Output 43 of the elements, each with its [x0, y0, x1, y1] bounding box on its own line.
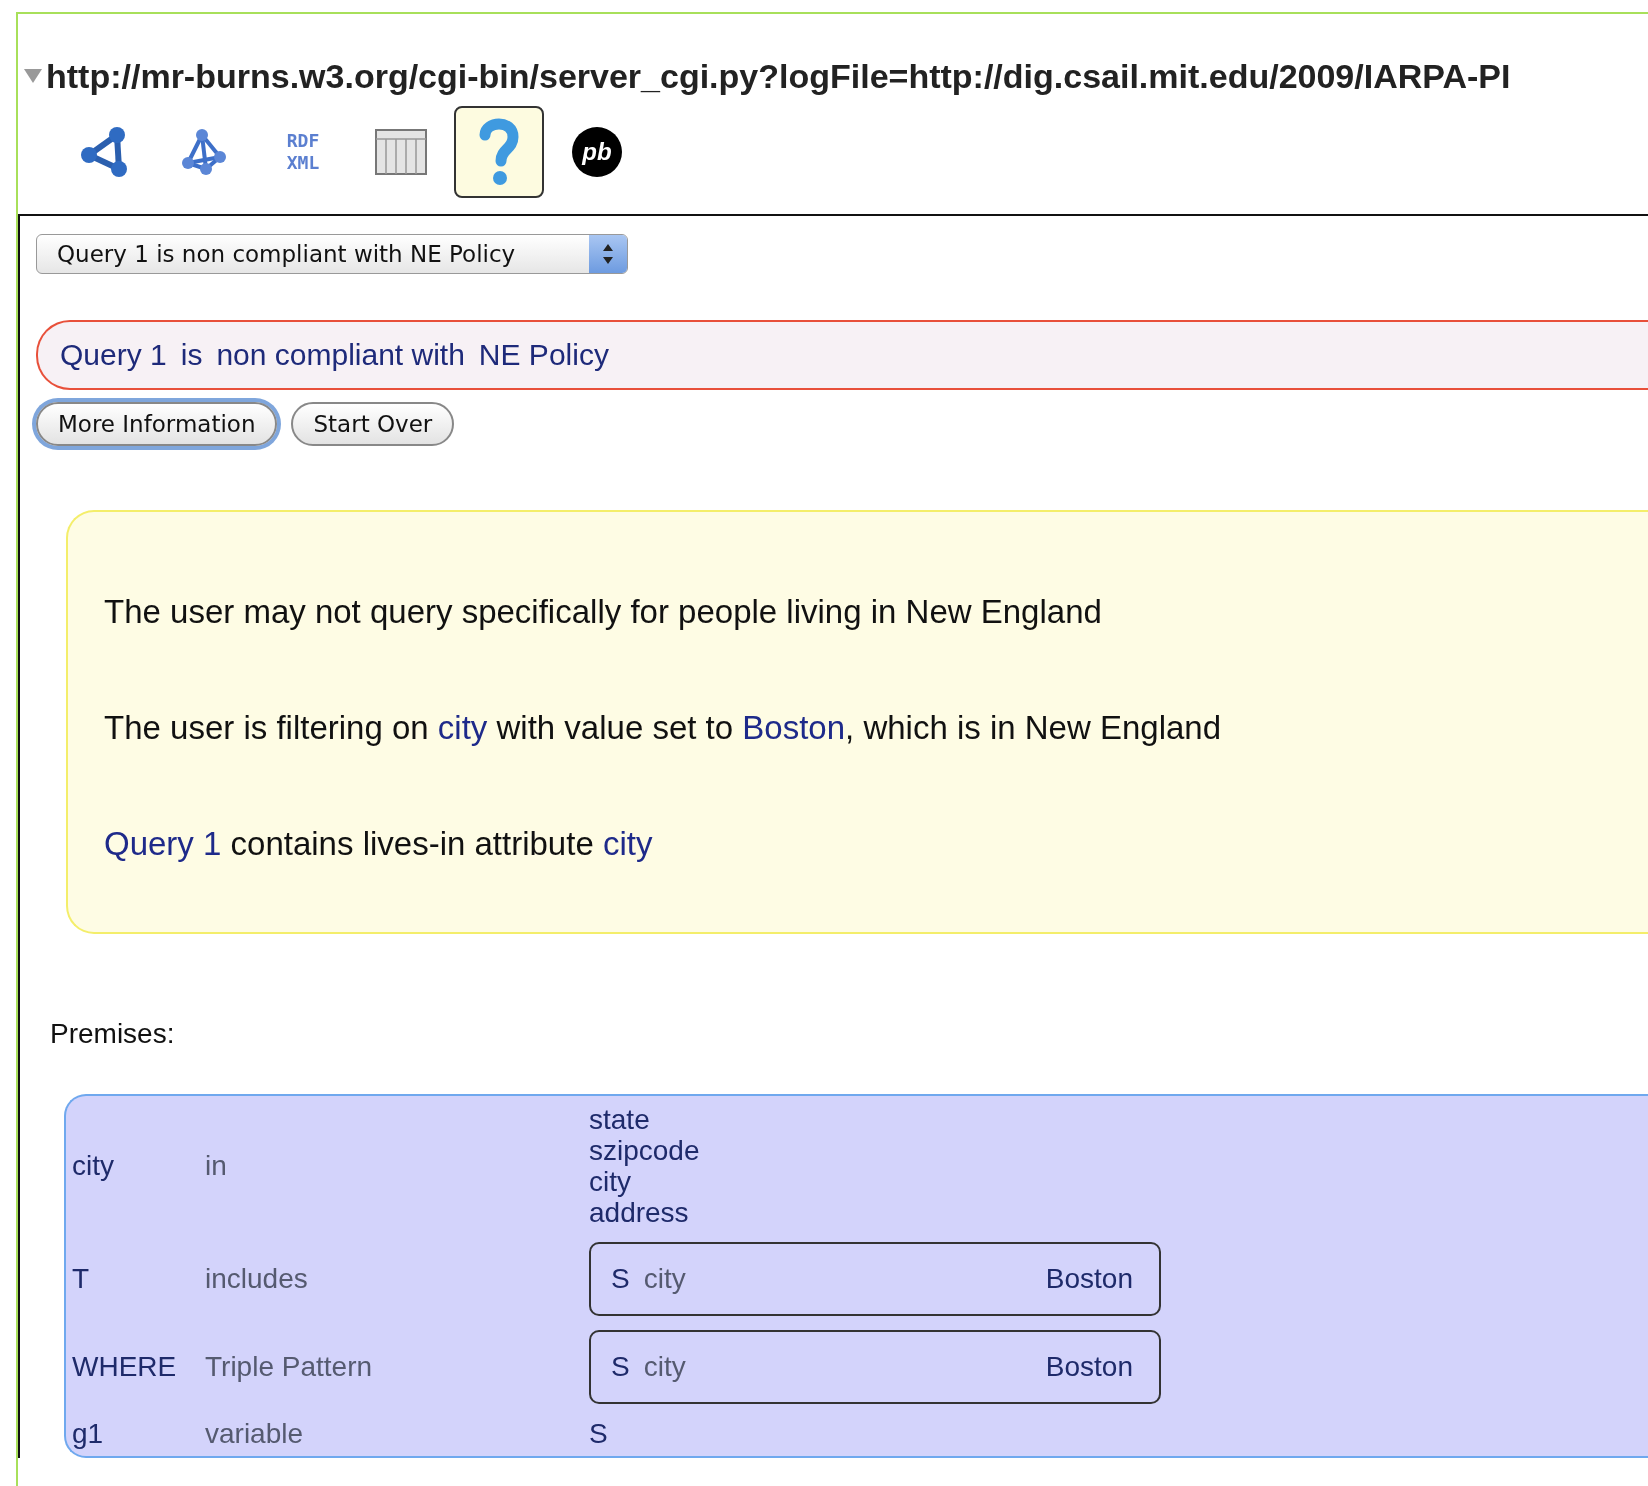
table-cell: S	[589, 1418, 608, 1449]
explanation-text: The user may not query specifically for people living in New England	[104, 592, 1103, 632]
query-dropdown[interactable]: Query 1 is non compliant with NE Policy	[36, 234, 628, 274]
table-cell-text: Triple Pattern	[205, 1351, 374, 1383]
term-link[interactable]: city	[437, 709, 488, 746]
table-cell-text: WHERE	[72, 1351, 178, 1383]
term-link[interactable]: Boston	[742, 709, 846, 746]
result-text: Query 1	[60, 338, 167, 372]
question-mark-icon	[479, 117, 519, 187]
rdf-xml-label: RDF XML	[286, 130, 320, 174]
triple-object: Boston	[1045, 1263, 1133, 1295]
disclosure-triangle-icon[interactable]	[24, 69, 42, 83]
list-item: address	[589, 1197, 690, 1228]
table-cell-text: variable	[205, 1418, 305, 1450]
help-button[interactable]	[454, 106, 544, 198]
triple-subject: S	[611, 1263, 630, 1295]
result-text: non compliant with	[216, 338, 465, 372]
term-link[interactable]: city	[602, 825, 653, 862]
premises-label: Premises:	[50, 1018, 176, 1050]
list-item: state	[589, 1104, 651, 1135]
triple-predicate: city	[643, 1263, 687, 1295]
term-link[interactable]: Query 1	[104, 825, 222, 862]
table-cell-text: in	[205, 1150, 228, 1182]
table-cell-text: includes	[205, 1263, 309, 1295]
explanation-text: The user is filtering on city with value set to Boston, which is in New England	[104, 708, 1223, 748]
pb-button[interactable]: pb	[552, 106, 642, 198]
table-cell-text: g1	[72, 1418, 105, 1450]
result-text: is	[180, 338, 203, 372]
stepper-icon	[589, 235, 627, 273]
result-text: NE Policy	[478, 338, 609, 372]
triple-object: Boston	[1045, 1351, 1133, 1383]
pb-label: pb	[572, 127, 622, 177]
explanation-text: Query 1 contains lives-in attribute city	[104, 824, 654, 864]
rdf-xml-button[interactable]: RDF XML	[258, 106, 348, 198]
triple-subject: S	[611, 1351, 630, 1383]
table-cell-text: city	[72, 1150, 115, 1182]
table-icon	[375, 129, 427, 175]
url-text: http://mr-burns.w3.org/cgi-bin/server_cgi.py?logFile=http://dig.csail.mit.edu/2009/IARPA-PI	[46, 56, 1511, 96]
start-over-button[interactable]: Start Over	[291, 402, 455, 446]
list-item: szipcode	[589, 1135, 700, 1166]
list-item: city	[589, 1166, 632, 1197]
triple-predicate: city	[643, 1351, 687, 1383]
table-cell-text: T	[72, 1263, 91, 1295]
